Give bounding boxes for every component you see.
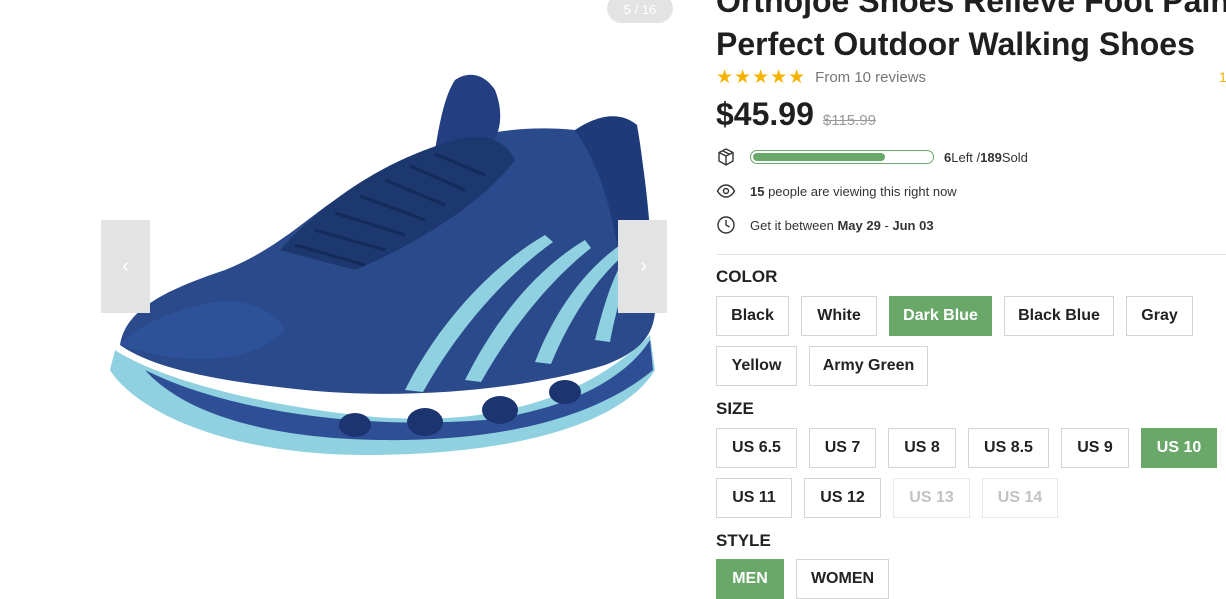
color-option-black-blue[interactable]: Black Blue bbox=[1004, 296, 1114, 336]
viewing-count: 15 bbox=[750, 183, 765, 199]
size-option-us-10[interactable]: US 10 bbox=[1141, 428, 1217, 468]
price-row: $45.99 $115.99 bbox=[716, 96, 876, 133]
color-option-black[interactable]: Black bbox=[716, 296, 789, 336]
style-label: STYLE bbox=[716, 531, 771, 550]
stock-left-count: 6 bbox=[944, 149, 952, 165]
gallery-prev-button[interactable]: ‹ bbox=[101, 220, 150, 313]
shipping-end: Jun 03 bbox=[892, 217, 934, 233]
divider bbox=[716, 254, 1226, 255]
viewing-row: 15 people are viewing this right now bbox=[716, 181, 957, 201]
stock-progress-fill bbox=[753, 153, 885, 161]
color-option-gray[interactable]: Gray bbox=[1126, 296, 1193, 336]
gallery-next-button[interactable]: › bbox=[618, 220, 667, 313]
product-title: Orthojoe Shoes Relieve Foot Pain Perfect… bbox=[716, 0, 1226, 66]
size-option-us-13: US 13 bbox=[893, 478, 970, 518]
stock-left-text: Left / bbox=[951, 149, 981, 165]
image-counter: 5 / 16 bbox=[607, 0, 673, 23]
size-option-us-8-5[interactable]: US 8.5 bbox=[968, 428, 1049, 468]
stock-row: 4% 6 Left / 189 Sold bbox=[716, 147, 1028, 167]
product-title-line-1: Orthojoe Shoes Relieve Foot Pain bbox=[716, 0, 1226, 19]
stock-sold-text: Sold bbox=[1001, 149, 1028, 165]
shipping-start: May 29 bbox=[837, 217, 881, 233]
stock-sold-count: 189 bbox=[980, 149, 1002, 165]
reviews-link[interactable]: From 10 reviews bbox=[815, 69, 926, 86]
color-option-yellow[interactable]: Yellow bbox=[716, 346, 797, 386]
stock-progress-bar: 4% bbox=[750, 150, 934, 164]
product-gallery: 5 / 16 ‹ › bbox=[0, 0, 700, 587]
edge-mark: 1 bbox=[1219, 69, 1226, 85]
color-label: COLOR bbox=[716, 267, 778, 286]
size-option-us-14: US 14 bbox=[982, 478, 1058, 518]
size-option-us-11[interactable]: US 11 bbox=[716, 478, 792, 518]
color-option-army-green[interactable]: Army Green bbox=[809, 346, 928, 386]
shipping-row: Get it between May 29 - Jun 03 bbox=[716, 215, 934, 235]
size-label: SIZE bbox=[716, 399, 754, 418]
star-rating-icon: ★★★★★ bbox=[716, 67, 807, 88]
style-option-men[interactable]: MEN bbox=[716, 559, 784, 599]
size-option-us-6-5[interactable]: US 6.5 bbox=[716, 428, 797, 468]
color-option-dark-blue[interactable]: Dark Blue bbox=[889, 296, 992, 336]
color-option-white[interactable]: White bbox=[801, 296, 877, 336]
shipping-prefix: Get it between bbox=[750, 217, 838, 233]
chevron-left-icon: ‹ bbox=[122, 255, 129, 277]
box-icon bbox=[718, 148, 734, 166]
size-option-us-12[interactable]: US 12 bbox=[804, 478, 881, 518]
chevron-right-icon: › bbox=[640, 255, 647, 277]
size-option-us-7[interactable]: US 7 bbox=[809, 428, 876, 468]
product-image[interactable] bbox=[105, 70, 665, 465]
style-option-women[interactable]: WOMEN bbox=[796, 559, 889, 599]
eye-icon bbox=[716, 184, 736, 198]
size-option-us-8[interactable]: US 8 bbox=[888, 428, 956, 468]
viewing-text: people are viewing this right now bbox=[764, 183, 957, 199]
product-title-line-2: Perfect Outdoor Walking Shoes bbox=[716, 26, 1195, 62]
clock-icon bbox=[717, 216, 735, 234]
size-option-us-9[interactable]: US 9 bbox=[1061, 428, 1129, 468]
shipping-sep: - bbox=[880, 217, 893, 233]
rating[interactable]: ★★★★★ From 10 reviews bbox=[716, 66, 926, 89]
price: $45.99 bbox=[716, 96, 814, 132]
compare-price: $115.99 bbox=[822, 112, 876, 129]
stock-percent: 4% bbox=[897, 151, 913, 163]
